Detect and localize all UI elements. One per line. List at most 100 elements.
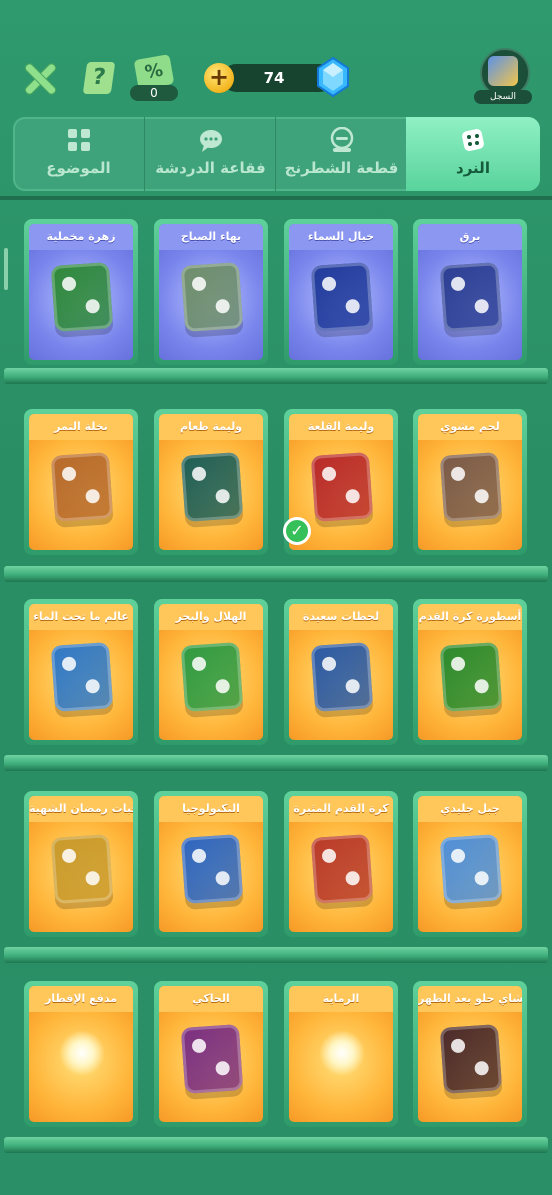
- dice-pip: [321, 276, 337, 292]
- dice-pip: [450, 656, 466, 672]
- dice-item-card[interactable]: زهرة مخملية: [24, 219, 138, 365]
- discount-button[interactable]: % 0: [130, 54, 178, 101]
- shelf: [4, 566, 548, 582]
- tab-chess-piece[interactable]: قطعة الشطرنج: [275, 117, 407, 191]
- card-face: لحظات سعيدة: [289, 604, 393, 740]
- dice-item-title: وليمة القلعة: [289, 414, 393, 440]
- dice-item-card[interactable]: الرماية: [284, 981, 398, 1127]
- dice-preview-icon: [310, 452, 374, 522]
- dice-preview-icon: [180, 262, 244, 332]
- dice-pip: [321, 466, 337, 482]
- dice-item-title: برق: [418, 224, 522, 250]
- dice-pip: [61, 656, 77, 672]
- tab-divider: [0, 196, 552, 200]
- tab-label: قطعة الشطرنج: [284, 159, 399, 177]
- selected-check-icon: ✓: [283, 517, 311, 545]
- shelf: [4, 368, 548, 384]
- dice-pip: [61, 276, 77, 292]
- dice-item-title: خيال السماء: [289, 224, 393, 250]
- dice-item-title: كرة القدم المثيرة: [289, 796, 393, 822]
- dice-item-card[interactable]: وجبات رمضان الشهية: [24, 791, 138, 937]
- shelf: [4, 1137, 548, 1153]
- top-bar: ? % 0 + 74 السجل: [0, 0, 552, 115]
- dice-item-card[interactable]: جبل جليدي: [413, 791, 527, 937]
- dice-item-title: عالم ما تحت الماء: [29, 604, 133, 630]
- dice-preview-icon: [439, 452, 503, 522]
- scrollbar[interactable]: [4, 248, 8, 290]
- dice-item-card[interactable]: كرة القدم المثيرة: [284, 791, 398, 937]
- dice-item-card[interactable]: لحم مشوي: [413, 409, 527, 555]
- dice-item-title: لحظات سعيدة: [289, 604, 393, 630]
- dice-pip: [191, 466, 207, 482]
- dice-pip: [474, 870, 490, 886]
- dice-preview-icon: [310, 262, 374, 332]
- dice-preview-icon: [439, 1024, 503, 1094]
- card-face: لحم مشوي: [418, 414, 522, 550]
- dice-preview-icon: [439, 834, 503, 904]
- dice-preview-icon: [180, 834, 244, 904]
- dice-item-card[interactable]: برق: [413, 219, 527, 365]
- loading-sunburst-icon: [319, 1030, 365, 1076]
- dice-item-card[interactable]: لحظات سعيدة: [284, 599, 398, 745]
- add-coins-button[interactable]: +: [204, 63, 234, 93]
- tab-label: الموضوع: [46, 159, 111, 177]
- card-face: وجبات رمضان الشهية: [29, 796, 133, 932]
- gem-icon: [317, 57, 349, 97]
- dice-pip: [215, 488, 231, 504]
- dice-preview-icon: [50, 452, 114, 522]
- dice-item-title: أسطورة كرة القدم: [418, 604, 522, 630]
- coin-amount: 74: [263, 69, 285, 87]
- coin-balance: + 74: [204, 57, 352, 97]
- dice-item-title: التكنولوجيا: [159, 796, 263, 822]
- dice-item-card[interactable]: التكنولوجيا: [154, 791, 268, 937]
- card-face: الحاكي: [159, 986, 263, 1122]
- card-face: شاي حلو بعد الظهر: [418, 986, 522, 1122]
- dice-pip: [215, 298, 231, 314]
- card-face: أسطورة كرة القدم: [418, 604, 522, 740]
- dice-item-card[interactable]: بهاء الصباح: [154, 219, 268, 365]
- card-face: الهلال والبحر: [159, 604, 263, 740]
- tab-chat-bubble[interactable]: فقاعة الدردشة: [144, 117, 276, 191]
- dice-pip: [450, 276, 466, 292]
- dice-item-title: الهلال والبحر: [159, 604, 263, 630]
- dice-preview-icon: [180, 642, 244, 712]
- dice-item-card[interactable]: عالم ما تحت الماء: [24, 599, 138, 745]
- tab-label: النرد: [456, 159, 490, 177]
- dice-preview-icon: [50, 834, 114, 904]
- dice-item-card[interactable]: خيال السماء: [284, 219, 398, 365]
- dice-item-card[interactable]: شاي حلو بعد الظهر: [413, 981, 527, 1127]
- discount-count: 0: [130, 85, 178, 101]
- help-icon[interactable]: ?: [82, 62, 116, 94]
- record-label: السجل: [474, 90, 532, 104]
- dice-pip: [345, 678, 361, 694]
- dice-pip: [191, 848, 207, 864]
- dice-preview-icon: [310, 834, 374, 904]
- tab-dice[interactable]: النرد: [406, 117, 540, 191]
- close-icon[interactable]: [22, 62, 56, 96]
- chat-bubble-icon: [199, 130, 222, 152]
- dice-item-card[interactable]: الحاكي: [154, 981, 268, 1127]
- dice-preview-icon: [50, 262, 114, 332]
- dice-item-title: بهاء الصباح: [159, 224, 263, 250]
- dice-preview-icon: [439, 262, 503, 332]
- dice-item-card[interactable]: أسطورة كرة القدم: [413, 599, 527, 745]
- card-face: نخلة التمر: [29, 414, 133, 550]
- dice-item-card[interactable]: وليمة طعام: [154, 409, 268, 555]
- shelf: [4, 947, 548, 963]
- dice-preview-icon: [180, 452, 244, 522]
- dice-pip: [474, 678, 490, 694]
- record-button[interactable]: السجل: [474, 48, 532, 104]
- category-tabs: الموضوع فقاعة الدردشة قطعة الشطرنج النرد: [13, 117, 540, 191]
- dice-preview-icon: [439, 642, 503, 712]
- dice-item-card[interactable]: مدفع الإفطار: [24, 981, 138, 1127]
- dice-item-title: مدفع الإفطار: [29, 986, 133, 1012]
- card-face: كرة القدم المثيرة: [289, 796, 393, 932]
- dice-item-card[interactable]: نخلة التمر: [24, 409, 138, 555]
- tab-theme[interactable]: الموضوع: [13, 117, 144, 191]
- dice-item-title: زهرة مخملية: [29, 224, 133, 250]
- dice-pip: [85, 298, 101, 314]
- dice-item-card[interactable]: الهلال والبحر: [154, 599, 268, 745]
- dice-pip: [345, 298, 361, 314]
- loading-sunburst-icon: [59, 1030, 105, 1076]
- card-face: زهرة مخملية: [29, 224, 133, 360]
